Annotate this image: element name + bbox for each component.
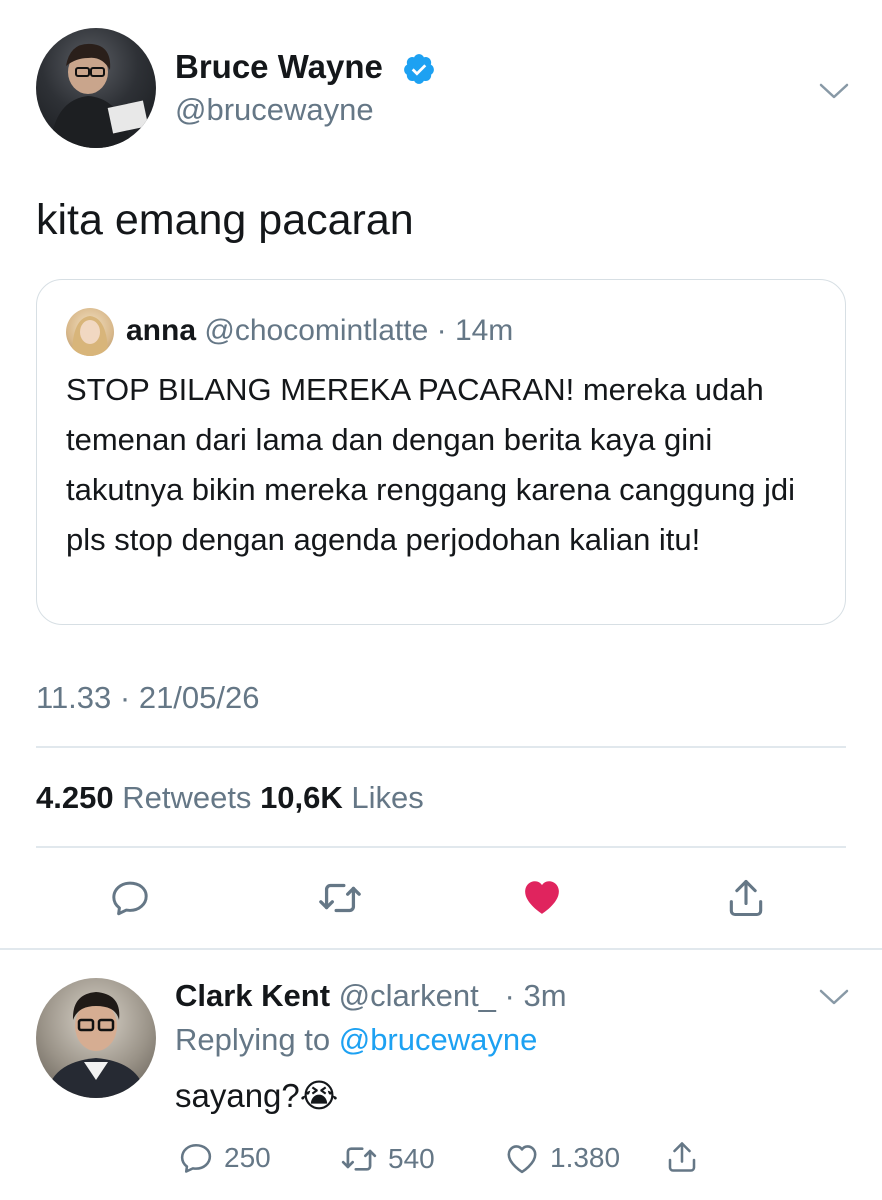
retweet-button[interactable]: 540	[340, 1140, 435, 1178]
retweet-icon	[341, 1147, 377, 1171]
retweet-count: 540	[388, 1143, 435, 1174]
replying-to-line: Replying to @brucewayne	[175, 1022, 537, 1058]
quote-time: 14m	[454, 314, 514, 347]
quote-author-avatar	[66, 308, 114, 356]
share-button[interactable]	[664, 1138, 700, 1176]
likes-stat[interactable]: 10,6K Likes	[260, 780, 424, 815]
retweets-stat[interactable]: 4.250 Retweets	[36, 780, 251, 815]
reply-time: 3m	[523, 978, 567, 1013]
retweet-icon[interactable]	[314, 872, 366, 924]
reply-author-handle[interactable]: @clarkent_	[339, 978, 496, 1013]
chevron-down-icon[interactable]	[818, 986, 850, 1008]
reply-author-name[interactable]: Clark Kent	[175, 978, 330, 1013]
heart-icon	[507, 1145, 537, 1174]
reply-icon	[180, 1143, 212, 1173]
share-icon	[668, 1142, 696, 1172]
chevron-down-icon[interactable]	[818, 80, 850, 102]
verified-badge-icon	[402, 52, 436, 86]
likes-label: Likes	[351, 780, 424, 815]
reply-text-body: sayang?	[175, 1077, 300, 1114]
like-button[interactable]: 1.380	[504, 1140, 620, 1176]
reply-text: sayang?😭	[175, 1076, 338, 1115]
author-avatar[interactable]	[36, 28, 156, 148]
heart-icon[interactable]	[516, 870, 568, 922]
reply-count: 250	[224, 1142, 271, 1173]
reply-author-avatar[interactable]	[36, 978, 156, 1098]
tweet-stats: 4.250 Retweets 10,6K Likes	[36, 780, 424, 816]
divider	[36, 846, 846, 848]
divider	[36, 746, 846, 748]
reply-header: Clark Kent @clarkent_ · 3m	[175, 978, 567, 1013]
share-icon[interactable]	[720, 872, 772, 924]
likes-count: 10,6K	[260, 780, 343, 815]
replying-to-link[interactable]: @brucewayne	[339, 1022, 538, 1057]
quote-author-name: anna	[126, 314, 197, 347]
crying-emoji-icon: 😭	[299, 1077, 339, 1114]
author-handle[interactable]: @brucewayne	[175, 92, 374, 128]
replying-to-prefix: Replying to	[175, 1022, 331, 1057]
retweets-count: 4.250	[36, 780, 114, 815]
reply-icon[interactable]	[104, 872, 156, 924]
quote-author-handle: @chocomintlatte	[204, 314, 429, 347]
quote-header: anna @chocomintlatte · 14m	[126, 314, 514, 347]
retweets-label: Retweets	[122, 780, 252, 815]
quote-text: STOP BILANG MEREKA PACARAN! mereka udah …	[66, 372, 795, 557]
tweet-timestamp[interactable]: 11.33 · 21/05/26	[36, 680, 260, 716]
section-divider	[0, 948, 882, 950]
author-name[interactable]: Bruce Wayne	[175, 48, 383, 86]
like-count: 1.380	[550, 1142, 621, 1173]
tweet-text: kita emang pacaran	[36, 196, 414, 244]
reply-button[interactable]: 250	[178, 1140, 271, 1176]
